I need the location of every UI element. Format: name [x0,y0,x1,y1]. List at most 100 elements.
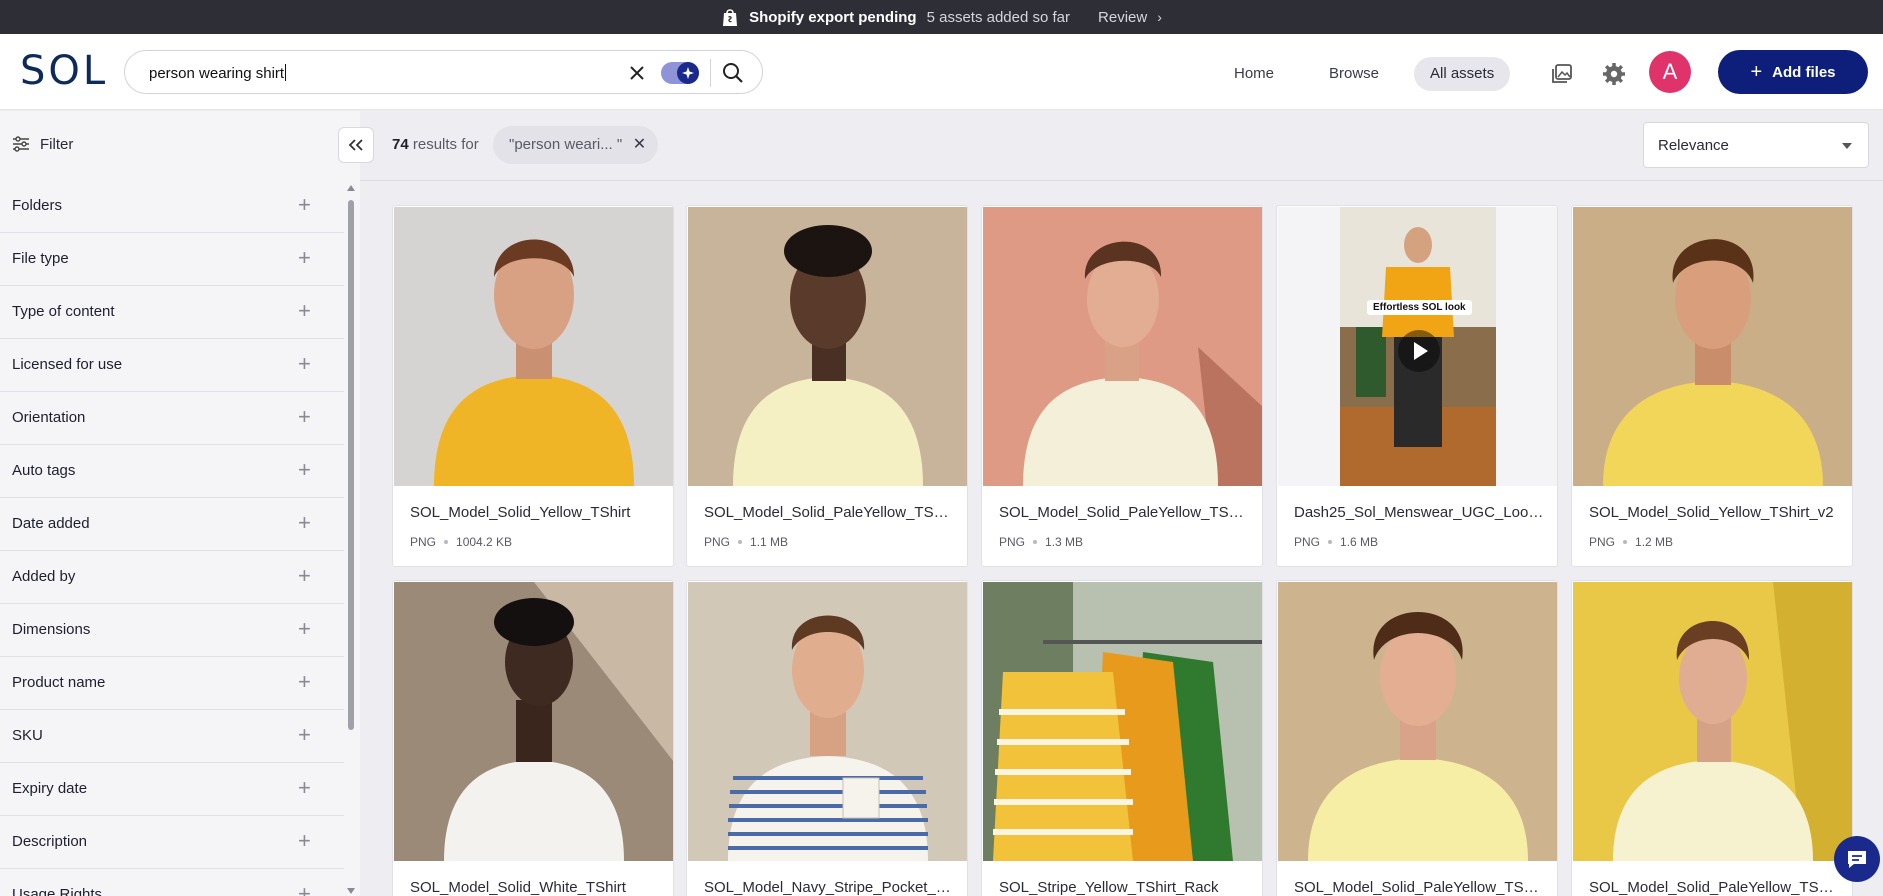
nav-home[interactable]: Home [1218,57,1290,91]
filter-auto-tags[interactable]: Auto tags + [0,445,344,498]
plus-icon[interactable]: + [298,192,311,218]
filter-expiry-date[interactable]: Expiry date + [0,763,344,816]
filter-description[interactable]: Description + [0,816,344,869]
plus-icon[interactable]: + [298,616,311,642]
asset-thumbnail [1278,582,1557,861]
chevron-right-icon[interactable]: › [1157,9,1162,25]
asset-card[interactable]: SOL_Model_Solid_PaleYellow_TShirt PNG 1.1… [686,205,968,567]
sort-select[interactable]: Relevance [1643,122,1869,168]
filter-product-name[interactable]: Product name + [0,657,344,710]
filter-label-text: Usage Rights [12,886,103,896]
scroll-down-arrow[interactable] [347,888,355,894]
separator-dot [1623,540,1628,544]
chat-button[interactable] [1834,836,1880,882]
query-chip-label: "person weari... " [509,136,623,153]
plus-icon[interactable]: + [298,245,311,271]
sort-value: Relevance [1658,137,1729,154]
asset-type: PNG [410,535,437,549]
filter-label-text: Licensed for use [12,356,123,373]
asset-name: SOL_Model_Solid_White_TShirt [410,879,626,896]
asset-card[interactable]: SOL_Stripe_Yellow_TShirt_Rack [981,580,1263,896]
filter-dimensions[interactable]: Dimensions + [0,604,344,657]
filter-licensed-for-use[interactable]: Licensed for use + [0,339,344,392]
plus-icon[interactable]: + [298,722,311,748]
clear-search-icon[interactable] [625,61,649,85]
filter-sku[interactable]: SKU + [0,710,344,763]
filter-added-by[interactable]: Added by + [0,551,344,604]
filter-label: Filter [40,135,74,153]
plus-icon[interactable]: + [298,457,311,483]
filter-usage-rights[interactable]: Usage Rights + [0,869,344,896]
asset-card[interactable]: SOL_Model_Solid_White_TShirt [392,580,674,896]
gear-icon[interactable] [1600,60,1628,88]
filter-type-of-content[interactable]: Type of content + [0,286,344,339]
asset-name: SOL_Model_Solid_Yellow_TShirt [410,504,631,521]
filter-label-text: Type of content [12,303,115,320]
nav-all-assets[interactable]: All assets [1414,57,1511,91]
asset-meta: PNG 1004.2 KB [410,535,512,549]
filter-label-text: Expiry date [12,780,88,797]
sidebar-scrollbar[interactable] [346,185,356,896]
asset-size: 1.6 MB [1340,535,1379,549]
nav-browse[interactable]: Browse [1313,57,1395,91]
search-icon[interactable] [720,60,746,86]
asset-card[interactable]: SOL_Model_Solid_Yellow_TShirt PNG 1004.2 … [392,205,674,567]
asset-card[interactable]: SOL_Model_Solid_PaleYellow_TShir... [1276,580,1558,896]
asset-card[interactable]: SOL_Model_Solid_PaleYellow_TShir... PNG 1… [981,205,1263,567]
filter-label-text: Dimensions [12,621,91,638]
filter-label-text: Description [12,833,88,850]
text-caret [285,64,287,81]
asset-thumbnail [394,207,673,486]
asset-name: SOL_Model_Navy_Stripe_Pocket_T... [704,879,954,896]
asset-card[interactable]: Effortless SOL look Dash25_Sol_Menswear_… [1276,205,1558,567]
filter-folders[interactable]: Folders + [0,180,344,233]
scroll-up-arrow[interactable] [347,185,355,191]
plus-icon[interactable]: + [298,828,311,854]
plus-icon[interactable]: + [298,775,311,801]
ai-search-toggle[interactable] [661,62,699,84]
asset-card[interactable]: SOL_Model_Navy_Stripe_Pocket_T... [686,580,968,896]
plus-icon[interactable]: + [298,563,311,589]
plus-icon[interactable]: + [298,351,311,377]
logo[interactable]: SOL [20,48,108,94]
filter-file-type[interactable]: File type + [0,233,344,286]
plus-icon[interactable]: + [298,510,311,536]
caret-down-icon [1842,143,1852,149]
filter-label-text: SKU [12,727,43,744]
avatar[interactable]: A [1649,51,1691,93]
plus-icon[interactable]: + [298,404,311,430]
app-header: SOL person wearing shirt Home Browse All… [0,34,1883,110]
asset-type: PNG [1294,535,1321,549]
asset-size: 1.1 MB [750,535,789,549]
add-files-label: Add files [1772,63,1836,81]
search-input[interactable]: person wearing shirt [149,64,287,82]
asset-thumbnail [688,582,967,861]
play-icon[interactable] [1398,330,1440,372]
results-count: 74 results for [392,136,479,153]
plus-icon[interactable]: + [298,669,311,695]
search-bar[interactable]: person wearing shirt [124,50,763,94]
gallery-icon[interactable] [1548,60,1576,88]
add-files-button[interactable]: + Add files [1718,50,1868,94]
banner-subtitle: 5 assets added so far [926,8,1071,26]
close-icon[interactable]: ✕ [633,126,646,164]
asset-name: SOL_Stripe_Yellow_TShirt_Rack [999,879,1219,896]
review-link[interactable]: Review [1098,9,1147,26]
asset-name: SOL_Model_Solid_PaleYellow_TShir... [999,504,1249,521]
filter-date-added[interactable]: Date added + [0,498,344,551]
filter-label-text: File type [12,250,69,267]
separator-dot [1033,540,1038,544]
asset-thumbnail [1573,207,1852,486]
asset-card[interactable]: SOL_Model_Solid_PaleYellow_TShir... [1571,580,1853,896]
scrollbar-thumb[interactable] [348,200,354,730]
filter-header[interactable]: Filter [0,111,344,177]
plus-icon[interactable]: + [298,881,311,896]
filter-label-text: Product name [12,674,106,691]
asset-type: PNG [1589,535,1616,549]
asset-type: PNG [704,535,731,549]
sparkle-icon [677,62,699,84]
search-query-text: person wearing shirt [149,65,285,82]
filter-orientation[interactable]: Orientation + [0,392,344,445]
asset-card[interactable]: SOL_Model_Solid_Yellow_TShirt_v2 PNG 1.2 … [1571,205,1853,567]
plus-icon[interactable]: + [298,298,311,324]
